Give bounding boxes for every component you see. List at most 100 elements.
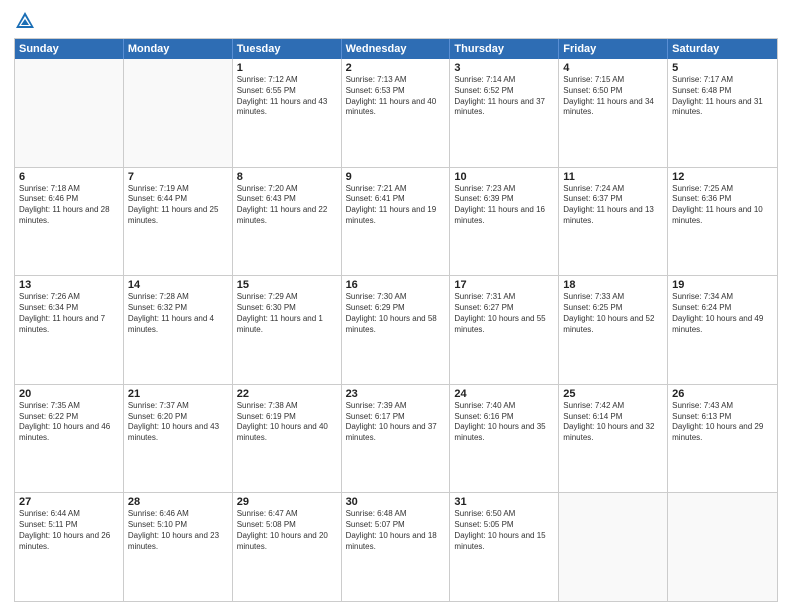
day-cell-3: 3Sunrise: 7:14 AMSunset: 6:52 PMDaylight…	[450, 59, 559, 167]
day-info: Sunrise: 6:46 AMSunset: 5:10 PMDaylight:…	[128, 509, 228, 552]
day-number: 13	[19, 279, 119, 291]
calendar-header: SundayMondayTuesdayWednesdayThursdayFrid…	[15, 39, 777, 59]
day-number: 27	[19, 496, 119, 508]
weekday-header-thursday: Thursday	[450, 39, 559, 59]
calendar-row-1: 6Sunrise: 7:18 AMSunset: 6:46 PMDaylight…	[15, 167, 777, 276]
day-cell-21: 21Sunrise: 7:37 AMSunset: 6:20 PMDayligh…	[124, 385, 233, 493]
day-number: 24	[454, 388, 554, 400]
day-info: Sunrise: 7:18 AMSunset: 6:46 PMDaylight:…	[19, 184, 119, 227]
day-cell-23: 23Sunrise: 7:39 AMSunset: 6:17 PMDayligh…	[342, 385, 451, 493]
day-info: Sunrise: 7:43 AMSunset: 6:13 PMDaylight:…	[672, 401, 773, 444]
day-cell-19: 19Sunrise: 7:34 AMSunset: 6:24 PMDayligh…	[668, 276, 777, 384]
day-cell-2: 2Sunrise: 7:13 AMSunset: 6:53 PMDaylight…	[342, 59, 451, 167]
day-info: Sunrise: 7:19 AMSunset: 6:44 PMDaylight:…	[128, 184, 228, 227]
day-number: 30	[346, 496, 446, 508]
empty-cell-4-6	[668, 493, 777, 601]
day-info: Sunrise: 7:39 AMSunset: 6:17 PMDaylight:…	[346, 401, 446, 444]
day-info: Sunrise: 7:34 AMSunset: 6:24 PMDaylight:…	[672, 292, 773, 335]
day-info: Sunrise: 7:40 AMSunset: 6:16 PMDaylight:…	[454, 401, 554, 444]
day-info: Sunrise: 7:25 AMSunset: 6:36 PMDaylight:…	[672, 184, 773, 227]
logo-area	[14, 10, 40, 32]
day-info: Sunrise: 7:37 AMSunset: 6:20 PMDaylight:…	[128, 401, 228, 444]
header	[14, 10, 778, 32]
day-number: 15	[237, 279, 337, 291]
calendar-row-4: 27Sunrise: 6:44 AMSunset: 5:11 PMDayligh…	[15, 492, 777, 601]
logo-icon	[14, 10, 36, 32]
day-number: 26	[672, 388, 773, 400]
day-cell-8: 8Sunrise: 7:20 AMSunset: 6:43 PMDaylight…	[233, 168, 342, 276]
day-number: 25	[563, 388, 663, 400]
day-cell-6: 6Sunrise: 7:18 AMSunset: 6:46 PMDaylight…	[15, 168, 124, 276]
day-cell-14: 14Sunrise: 7:28 AMSunset: 6:32 PMDayligh…	[124, 276, 233, 384]
day-number: 7	[128, 171, 228, 183]
day-info: Sunrise: 7:17 AMSunset: 6:48 PMDaylight:…	[672, 75, 773, 118]
calendar-row-3: 20Sunrise: 7:35 AMSunset: 6:22 PMDayligh…	[15, 384, 777, 493]
day-cell-30: 30Sunrise: 6:48 AMSunset: 5:07 PMDayligh…	[342, 493, 451, 601]
day-number: 4	[563, 62, 663, 74]
day-cell-1: 1Sunrise: 7:12 AMSunset: 6:55 PMDaylight…	[233, 59, 342, 167]
day-number: 8	[237, 171, 337, 183]
day-info: Sunrise: 7:38 AMSunset: 6:19 PMDaylight:…	[237, 401, 337, 444]
day-info: Sunrise: 7:24 AMSunset: 6:37 PMDaylight:…	[563, 184, 663, 227]
day-info: Sunrise: 7:14 AMSunset: 6:52 PMDaylight:…	[454, 75, 554, 118]
weekday-header-saturday: Saturday	[668, 39, 777, 59]
day-info: Sunrise: 7:29 AMSunset: 6:30 PMDaylight:…	[237, 292, 337, 335]
day-cell-24: 24Sunrise: 7:40 AMSunset: 6:16 PMDayligh…	[450, 385, 559, 493]
day-number: 5	[672, 62, 773, 74]
weekday-header-friday: Friday	[559, 39, 668, 59]
calendar-row-0: 1Sunrise: 7:12 AMSunset: 6:55 PMDaylight…	[15, 59, 777, 167]
day-info: Sunrise: 6:44 AMSunset: 5:11 PMDaylight:…	[19, 509, 119, 552]
weekday-header-sunday: Sunday	[15, 39, 124, 59]
day-info: Sunrise: 7:33 AMSunset: 6:25 PMDaylight:…	[563, 292, 663, 335]
day-info: Sunrise: 6:50 AMSunset: 5:05 PMDaylight:…	[454, 509, 554, 552]
day-cell-29: 29Sunrise: 6:47 AMSunset: 5:08 PMDayligh…	[233, 493, 342, 601]
weekday-header-tuesday: Tuesday	[233, 39, 342, 59]
day-info: Sunrise: 7:30 AMSunset: 6:29 PMDaylight:…	[346, 292, 446, 335]
calendar: SundayMondayTuesdayWednesdayThursdayFrid…	[14, 38, 778, 602]
day-number: 22	[237, 388, 337, 400]
day-info: Sunrise: 6:48 AMSunset: 5:07 PMDaylight:…	[346, 509, 446, 552]
day-cell-25: 25Sunrise: 7:42 AMSunset: 6:14 PMDayligh…	[559, 385, 668, 493]
weekday-header-monday: Monday	[124, 39, 233, 59]
day-number: 14	[128, 279, 228, 291]
day-number: 18	[563, 279, 663, 291]
day-number: 6	[19, 171, 119, 183]
day-cell-22: 22Sunrise: 7:38 AMSunset: 6:19 PMDayligh…	[233, 385, 342, 493]
calendar-row-2: 13Sunrise: 7:26 AMSunset: 6:34 PMDayligh…	[15, 275, 777, 384]
day-cell-10: 10Sunrise: 7:23 AMSunset: 6:39 PMDayligh…	[450, 168, 559, 276]
day-cell-18: 18Sunrise: 7:33 AMSunset: 6:25 PMDayligh…	[559, 276, 668, 384]
day-number: 9	[346, 171, 446, 183]
day-cell-20: 20Sunrise: 7:35 AMSunset: 6:22 PMDayligh…	[15, 385, 124, 493]
empty-cell-4-5	[559, 493, 668, 601]
day-info: Sunrise: 7:26 AMSunset: 6:34 PMDaylight:…	[19, 292, 119, 335]
day-cell-4: 4Sunrise: 7:15 AMSunset: 6:50 PMDaylight…	[559, 59, 668, 167]
day-number: 2	[346, 62, 446, 74]
day-number: 17	[454, 279, 554, 291]
day-cell-26: 26Sunrise: 7:43 AMSunset: 6:13 PMDayligh…	[668, 385, 777, 493]
day-number: 21	[128, 388, 228, 400]
weekday-header-wednesday: Wednesday	[342, 39, 451, 59]
day-info: Sunrise: 6:47 AMSunset: 5:08 PMDaylight:…	[237, 509, 337, 552]
day-number: 20	[19, 388, 119, 400]
day-number: 19	[672, 279, 773, 291]
day-cell-7: 7Sunrise: 7:19 AMSunset: 6:44 PMDaylight…	[124, 168, 233, 276]
day-info: Sunrise: 7:42 AMSunset: 6:14 PMDaylight:…	[563, 401, 663, 444]
day-cell-16: 16Sunrise: 7:30 AMSunset: 6:29 PMDayligh…	[342, 276, 451, 384]
day-number: 29	[237, 496, 337, 508]
day-info: Sunrise: 7:35 AMSunset: 6:22 PMDaylight:…	[19, 401, 119, 444]
calendar-body: 1Sunrise: 7:12 AMSunset: 6:55 PMDaylight…	[15, 59, 777, 601]
day-info: Sunrise: 7:15 AMSunset: 6:50 PMDaylight:…	[563, 75, 663, 118]
day-cell-28: 28Sunrise: 6:46 AMSunset: 5:10 PMDayligh…	[124, 493, 233, 601]
day-cell-13: 13Sunrise: 7:26 AMSunset: 6:34 PMDayligh…	[15, 276, 124, 384]
day-number: 11	[563, 171, 663, 183]
day-cell-5: 5Sunrise: 7:17 AMSunset: 6:48 PMDaylight…	[668, 59, 777, 167]
day-cell-9: 9Sunrise: 7:21 AMSunset: 6:41 PMDaylight…	[342, 168, 451, 276]
day-number: 3	[454, 62, 554, 74]
empty-cell-0-1	[124, 59, 233, 167]
day-number: 16	[346, 279, 446, 291]
day-info: Sunrise: 7:20 AMSunset: 6:43 PMDaylight:…	[237, 184, 337, 227]
day-number: 23	[346, 388, 446, 400]
day-number: 31	[454, 496, 554, 508]
day-cell-31: 31Sunrise: 6:50 AMSunset: 5:05 PMDayligh…	[450, 493, 559, 601]
day-info: Sunrise: 7:31 AMSunset: 6:27 PMDaylight:…	[454, 292, 554, 335]
